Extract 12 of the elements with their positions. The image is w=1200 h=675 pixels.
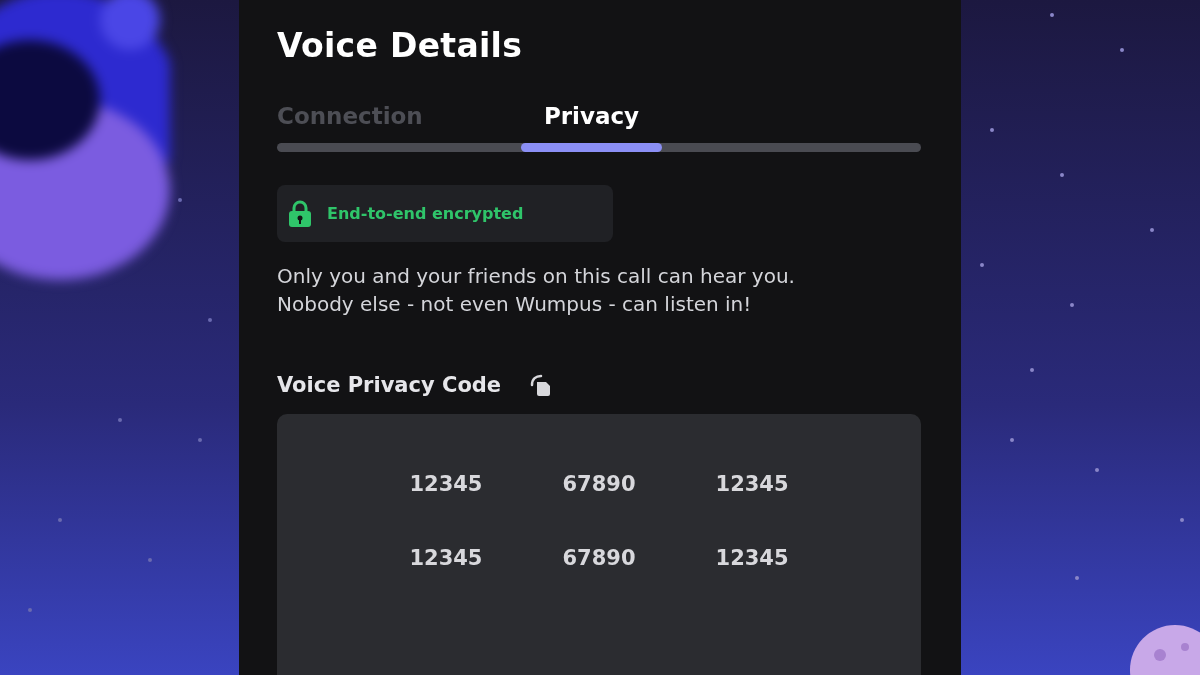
tab[interactable]: Privacy (521, 103, 662, 129)
code-group: 12345 (409, 546, 483, 570)
code-group: 12345 (715, 472, 789, 496)
code-group: 67890 (562, 472, 636, 496)
panel-title: Voice Details (277, 26, 524, 65)
badge-label: End-to-end encrypted (327, 204, 524, 223)
code-group: 12345 (409, 472, 483, 496)
code-group: 12345 (715, 546, 789, 570)
privacy-description: Only you and your friends on this call can hear you. Nobody else - not even Wumpus - can listen in! (277, 263, 796, 318)
lock-icon (289, 200, 311, 227)
section-heading: Voice Privacy Code (277, 373, 502, 397)
code-group: 67890 (562, 546, 636, 570)
